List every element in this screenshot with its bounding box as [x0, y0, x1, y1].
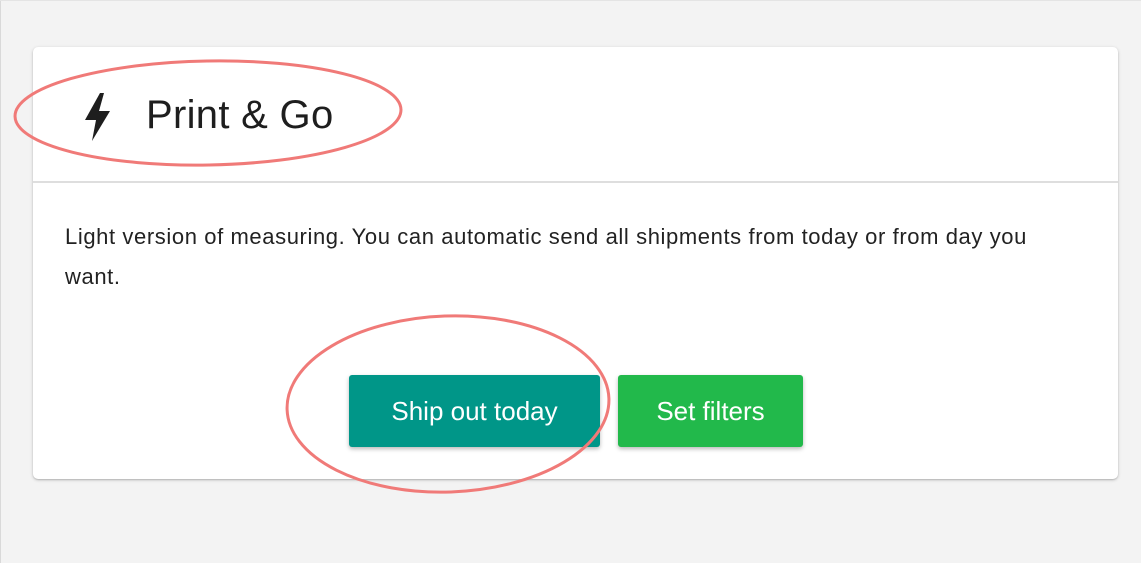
card-description: Light version of measuring. You can auto…: [65, 224, 1027, 289]
set-filters-button[interactable]: Set filters: [618, 375, 803, 447]
ship-out-today-button[interactable]: Ship out today: [349, 375, 600, 447]
card-title: Print & Go: [146, 93, 334, 137]
page-edge: [0, 0, 1, 563]
lightning-bolt-icon: [85, 93, 110, 141]
print-and-go-card: Print & Go Light version of measuring. Y…: [33, 47, 1118, 479]
page-edge: [0, 0, 1141, 1]
card-header: Print & Go: [33, 47, 1118, 183]
